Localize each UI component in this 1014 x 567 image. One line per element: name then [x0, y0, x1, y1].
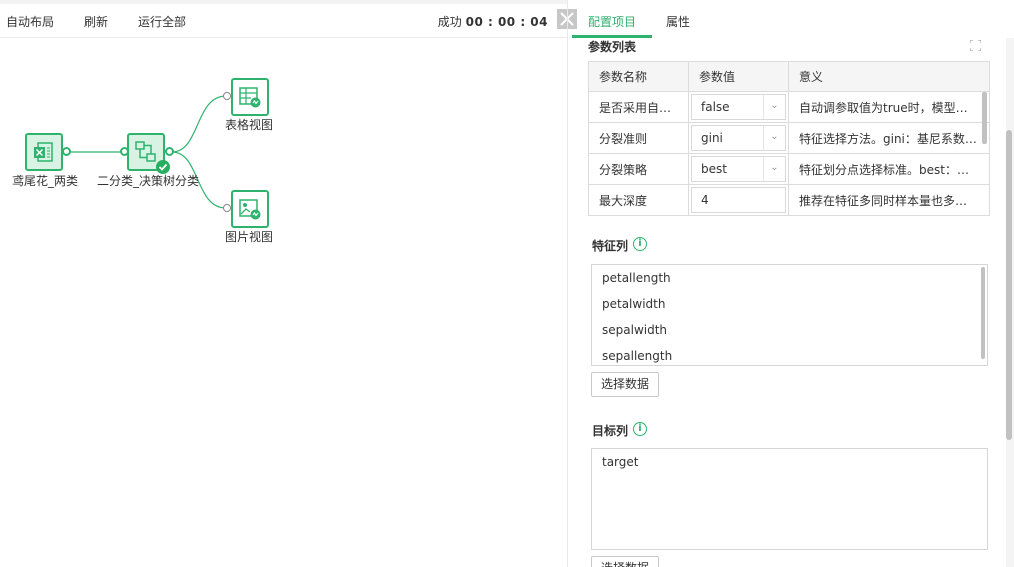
output-port[interactable] [165, 147, 174, 156]
table-row: 分裂准则 gini ⌄ 特征选择方法。gini：基尼系数，... [588, 122, 990, 154]
config-tabs: 配置项目 属性 [572, 4, 1014, 38]
chevron-down-icon[interactable]: ⌄ [763, 157, 785, 181]
node-label: 表格视图 [225, 118, 274, 132]
max-depth-input[interactable]: 4 [691, 187, 786, 213]
node-image-view[interactable] [231, 190, 269, 228]
list-item: target [602, 455, 639, 469]
refresh-button[interactable]: 刷新 [84, 13, 108, 30]
output-port[interactable] [62, 147, 71, 156]
param-value-select[interactable]: best ⌄ [691, 156, 786, 182]
panel-scrollbar-thumb[interactable] [1006, 130, 1012, 440]
list-scrollbar[interactable] [981, 267, 985, 359]
feature-section-title: 特征列 [592, 239, 629, 253]
list-item: sepalwidth [602, 323, 668, 337]
select-value: gini [701, 131, 723, 145]
node-label: 鸢尾花_两类 [12, 174, 79, 188]
list-item: sepallength [602, 349, 673, 363]
chevron-down-icon[interactable]: ⌄ [763, 126, 785, 150]
panel-splitter[interactable] [567, 0, 568, 567]
list-item: petallength [602, 271, 671, 285]
connection-lines [68, 95, 227, 209]
param-description: 推荐在特征多同时样本量也多时，... [788, 184, 990, 216]
param-section-title: 参数列表 [588, 40, 637, 54]
param-name: 是否采用自动... [588, 91, 689, 123]
auto-layout-button[interactable]: 自动布局 [6, 13, 54, 30]
param-value-select[interactable]: false ⌄ [691, 94, 786, 120]
target-section-title: 目标列 [592, 424, 629, 438]
info-icon[interactable]: i [633, 237, 647, 251]
column-header: 参数名称 [588, 61, 689, 92]
table-view-icon [239, 87, 261, 108]
param-value-select[interactable]: gini ⌄ [691, 125, 786, 151]
status-label: 成功 [437, 15, 462, 29]
excel-dataset-icon [34, 142, 53, 162]
select-value: false [701, 100, 730, 114]
chevron-down-icon[interactable]: ⌄ [763, 95, 785, 119]
input-port[interactable] [223, 204, 231, 212]
node-dataset[interactable] [25, 133, 63, 171]
table-row: 分裂策略 best ⌄ 特征划分点选择标准。best：在所... [588, 153, 990, 185]
table-row: 是否采用自动... false ⌄ 自动调参取值为true时，模型自动... [588, 91, 990, 123]
node-label: 图片视图 [225, 230, 274, 244]
input-port[interactable] [223, 92, 231, 100]
param-name: 分裂准则 [588, 122, 689, 154]
decision-tree-icon [135, 141, 156, 162]
fullscreen-icon[interactable] [970, 40, 981, 51]
param-name: 最大深度 [588, 184, 689, 216]
config-panel: 参数列表 参数名称 参数值 意义 是否采用自动... false ⌄ 自动调参取值… [572, 38, 1014, 567]
list-item: petalwidth [602, 297, 666, 311]
info-icon[interactable]: i [633, 422, 647, 436]
image-view-icon [239, 199, 261, 220]
tab-config[interactable]: 配置项目 [588, 13, 636, 30]
param-table: 参数名称 参数值 意义 是否采用自动... false ⌄ 自动调参取值为true… [588, 61, 990, 216]
feature-column-list[interactable]: petallength petalwidth sepalwidth sepall… [591, 264, 988, 366]
column-header: 参数值 [688, 61, 789, 92]
workflow-canvas[interactable]: 鸢尾花_两类 二分类_决策树分类 表格视图 图片视图 [0, 38, 568, 567]
param-description: 自动调参取值为true时，模型自动... [788, 91, 990, 123]
select-target-data-button[interactable]: 选择数据 [591, 556, 660, 567]
tab-properties[interactable]: 属性 [666, 13, 690, 30]
column-header: 意义 [788, 61, 990, 92]
run-all-button[interactable]: 运行全部 [138, 13, 186, 30]
param-description: 特征划分点选择标准。best：在所... [788, 153, 990, 185]
table-row: 最大深度 4 推荐在特征多同时样本量也多时，... [588, 184, 990, 216]
param-description: 特征选择方法。gini：基尼系数，... [788, 122, 990, 154]
select-value: best [701, 162, 727, 176]
select-feature-data-button[interactable]: 选择数据 [591, 372, 660, 397]
node-table-view[interactable] [231, 78, 269, 116]
elapsed-time: 00 : 00 : 04 [465, 15, 548, 29]
target-column-list[interactable]: target [591, 448, 988, 550]
node-label: 二分类_决策树分类 [97, 174, 200, 188]
param-name: 分裂策略 [588, 153, 689, 185]
run-status: 成功 00 : 00 : 04 [438, 13, 548, 30]
table-header-row: 参数名称 参数值 意义 [588, 61, 990, 92]
canvas-toolbar: 自动布局 刷新 运行全部 成功 00 : 00 : 04 [0, 0, 568, 38]
table-scrollbar[interactable] [982, 92, 987, 144]
